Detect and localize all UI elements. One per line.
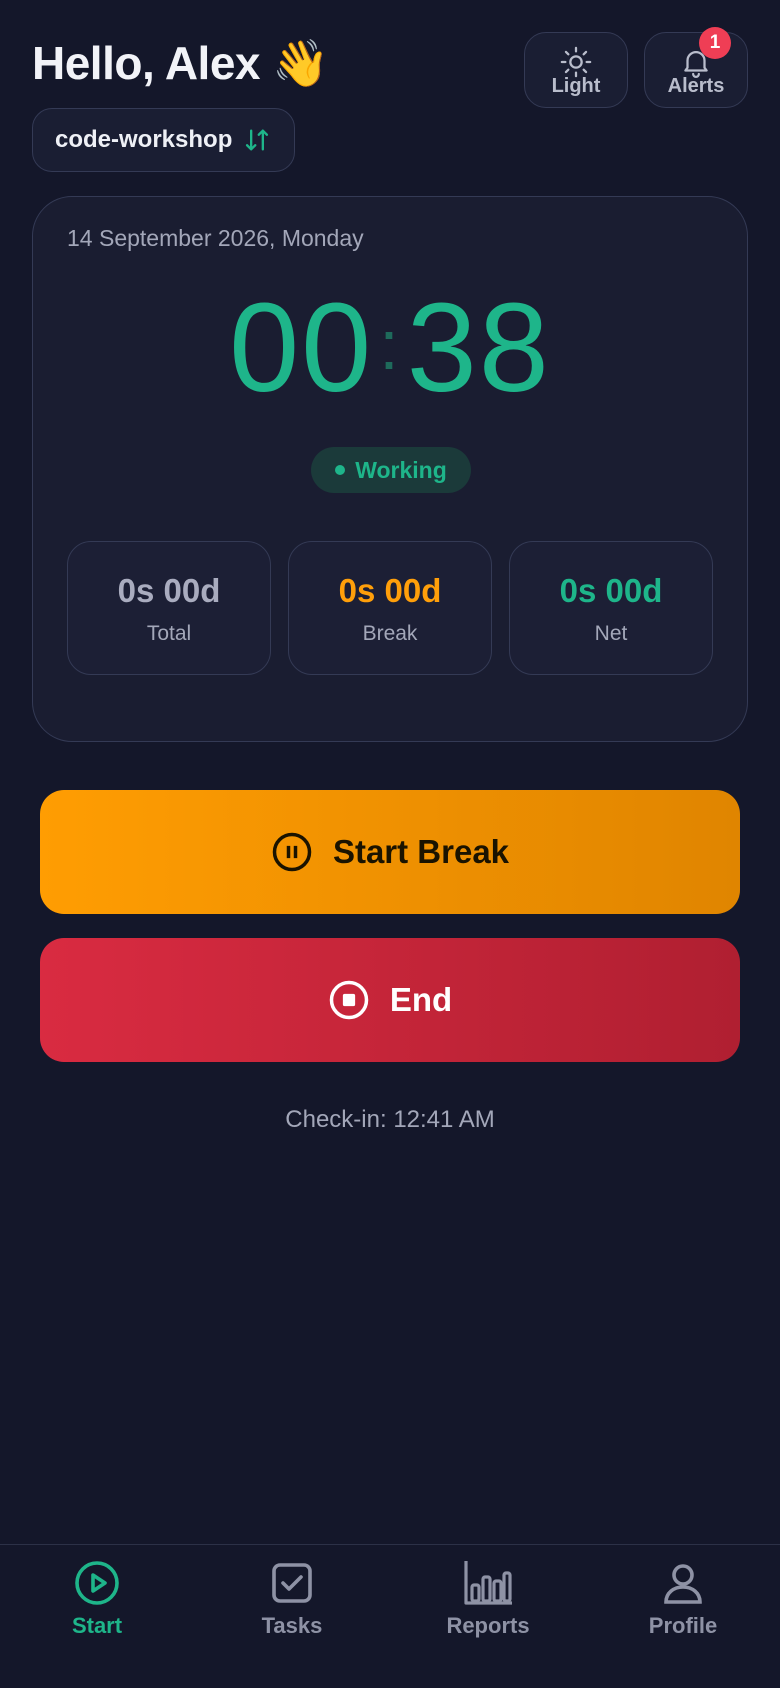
timer-minutes: 00 [229,277,374,418]
workspace-name: code-workshop [55,126,233,153]
stat-net: 0s 00d Net [509,541,713,675]
sun-icon [560,46,592,78]
stat-break-label: Break [362,622,418,645]
nav-start-label: Start [71,1613,123,1638]
status-badge: Working [311,447,471,493]
stat-net-label: Net [594,622,628,645]
nav-tasks-label: Tasks [261,1613,323,1638]
stat-total: 0s 00d Total [67,541,271,675]
pause-circle-icon [272,832,312,872]
stop-circle-icon [329,980,369,1020]
alerts-button[interactable]: 1 Alerts [644,27,748,108]
bottom-nav: Start Tasks Reports Profile [0,1544,780,1688]
checkin-time: Check-in: 12:41 AM [285,1106,495,1133]
elapsed-timer: 00:38 [33,285,747,411]
theme-toggle-button[interactable]: Light [524,32,628,108]
stat-total-value: 0s 00d [117,572,221,609]
timer-card: 14 September 2026, Monday 00:38 Working … [32,196,748,742]
timer-seconds: 38 [406,277,551,418]
start-break-label: Start Break [332,833,510,870]
end-label: End [389,981,453,1018]
nav-item-reports[interactable]: Reports [418,1559,558,1639]
current-date: 14 September 2026, Monday [67,225,364,251]
stat-net-value: 0s 00d [559,572,663,609]
workspace-switcher[interactable]: code-workshop [32,108,296,172]
stat-break: 0s 00d Break [288,541,492,675]
status-dot [335,465,346,475]
nav-profile-label: Profile [648,1613,718,1638]
timer-separator: : [379,306,401,384]
swap-arrows-icon [246,129,269,151]
user-icon [664,1564,702,1604]
status-text: Working [355,456,447,483]
nav-item-profile[interactable]: Profile [613,1559,753,1639]
app-root: Hello, Alex 👋 Light 1 Alerts code-worksh… [0,0,780,1688]
nav-reports-label: Reports [446,1613,530,1638]
play-circle-icon [75,1561,119,1605]
stat-total-label: Total [146,622,192,645]
start-break-button[interactable]: Start Break [40,790,740,914]
nav-item-tasks[interactable]: Tasks [222,1559,362,1639]
greeting-title: Hello, Alex 👋 [32,37,330,89]
bar-chart-icon [464,1561,512,1605]
nav-item-start[interactable]: Start [27,1559,167,1639]
checkbox-icon [272,1563,312,1603]
stat-break-value: 0s 00d [338,572,442,609]
end-button[interactable]: End [40,938,740,1062]
alerts-count-badge: 1 [699,27,731,59]
